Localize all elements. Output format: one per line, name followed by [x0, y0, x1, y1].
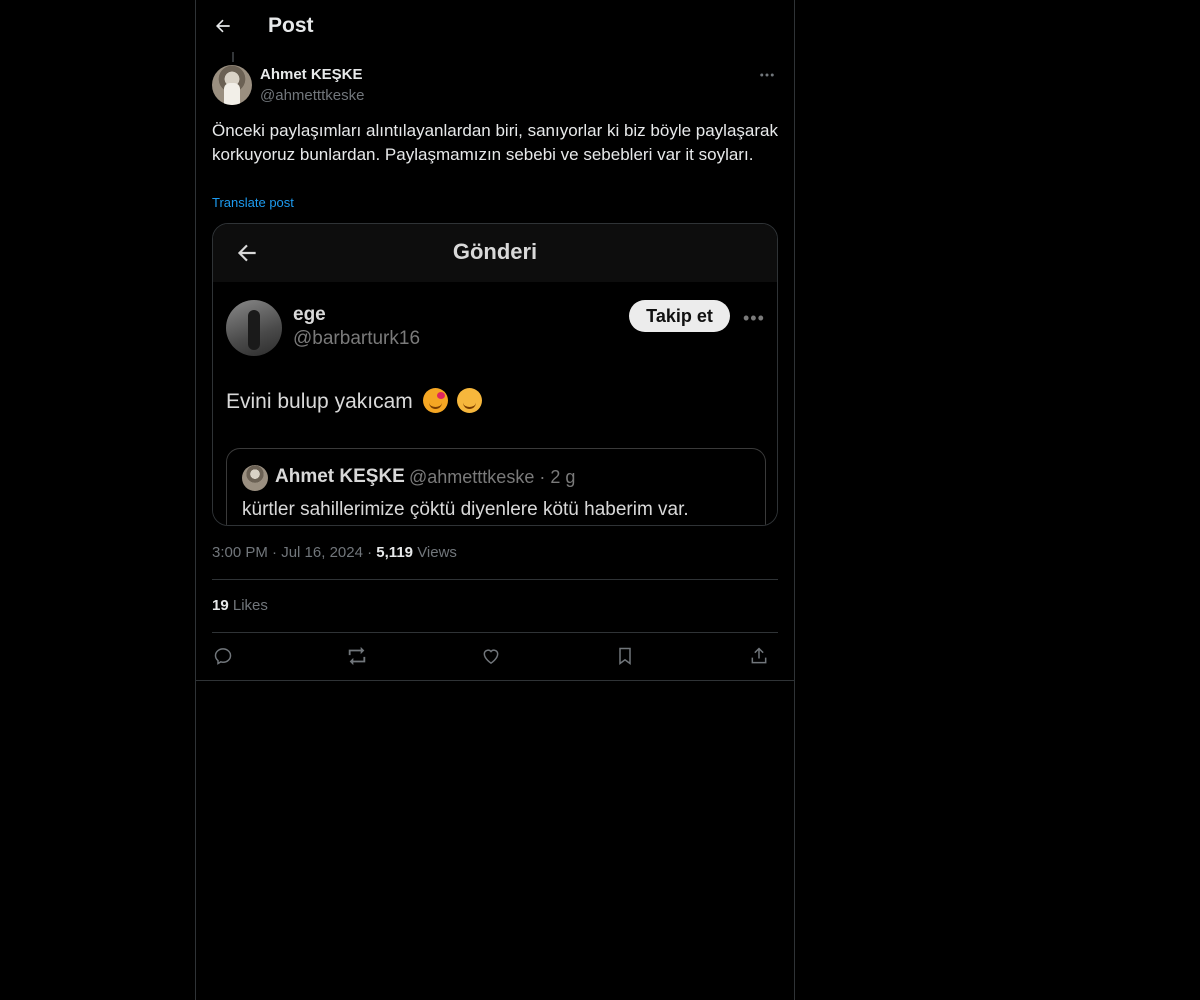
screenshot-header: Gönderi	[213, 224, 777, 282]
author-row: Ahmet KEŞKE @ahmetttkeske	[212, 64, 780, 108]
divider	[196, 680, 794, 681]
share-icon	[751, 647, 767, 664]
post-date[interactable]: Jul 16, 2024	[281, 544, 363, 561]
reply-button[interactable]	[208, 642, 238, 670]
more-button[interactable]	[754, 64, 780, 86]
screenshot-body: ege @barbarturk16 Takip et ••• Evini bul…	[213, 282, 777, 525]
like-button[interactable]	[476, 642, 506, 670]
bookmark-icon	[619, 647, 631, 665]
likes-count: 19	[212, 597, 229, 614]
reply-icon	[214, 648, 232, 665]
likes-label: Likes	[232, 597, 268, 614]
repost-icon	[348, 646, 366, 666]
views-count: 5,119	[376, 544, 414, 561]
translate-post-link[interactable]: Translate post	[212, 195, 294, 210]
post-column: Post Ahmet KEŞKE @ahmetttkeske Önceki pa…	[195, 0, 795, 1000]
share-button[interactable]	[744, 642, 774, 670]
screenshot-follow-button: Takip et	[629, 300, 730, 332]
header: Post	[196, 0, 794, 54]
divider	[212, 632, 778, 633]
post-meta: 3:00 PM · Jul 16, 2024 · 5,119 Views	[212, 544, 457, 561]
heart-icon	[483, 649, 499, 664]
screenshot-quote: Ahmet KEŞKE @ahmetttkeske · 2 g kürtler …	[226, 448, 766, 525]
page-title: Post	[268, 14, 314, 37]
quote-meta: @ahmetttkeske · 2 g	[409, 467, 576, 487]
back-arrow-icon	[216, 19, 230, 33]
post-text: Önceki paylaşımları alıntılayanlardan bi…	[212, 121, 778, 164]
author-handle[interactable]: @ahmetttkeske	[260, 87, 364, 104]
more-icon: •••	[743, 308, 765, 328]
screenshot-text: Evini bulup yakıcam	[226, 390, 413, 413]
thread-line	[232, 52, 234, 62]
screenshot-avatar	[226, 300, 282, 356]
author-name[interactable]: Ahmet KEŞKE	[260, 66, 363, 83]
quote-text: kürtler sahillerimize çöktü diyenlere kö…	[242, 499, 689, 520]
smiling-face-with-hearts-icon	[422, 388, 448, 413]
screenshot-user-name: ege	[293, 304, 326, 325]
avatar[interactable]	[212, 65, 252, 105]
repost-button[interactable]	[342, 642, 372, 670]
likes-link[interactable]: 19 Likes	[212, 597, 268, 614]
hugging-face-icon	[457, 388, 483, 413]
post-media-image[interactable]: Gönderi ege @barbarturk16 Takip et ••• E…	[212, 223, 778, 526]
quote-avatar	[242, 465, 268, 491]
screenshot-user-handle: @barbarturk16	[293, 328, 421, 349]
quote-author-name: Ahmet KEŞKE	[275, 466, 405, 487]
divider	[212, 579, 778, 580]
post-time[interactable]: 3:00 PM	[212, 544, 268, 561]
more-icon	[760, 73, 774, 77]
back-button[interactable]	[208, 11, 238, 41]
screenshot-title: Gönderi	[452, 239, 538, 264]
screenshot-text-row: Evini bulup yakıcam	[226, 388, 483, 414]
bookmark-button[interactable]	[610, 642, 640, 670]
views-label: Views	[417, 544, 457, 561]
action-bar	[212, 642, 778, 670]
